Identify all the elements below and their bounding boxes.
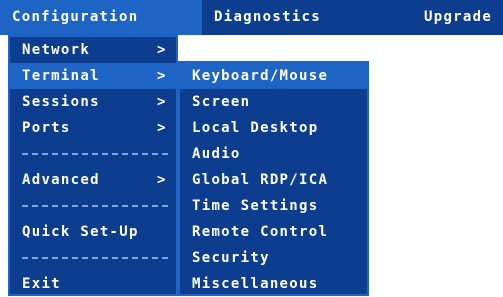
separator-line: [22, 153, 168, 155]
menu-item-label: Exit: [22, 276, 61, 292]
separator-line: [22, 205, 168, 207]
submenu-item-label: Keyboard/Mouse: [192, 68, 329, 84]
submenu-item-keyboard-mouse[interactable]: Keyboard/Mouse: [180, 63, 367, 89]
top-menu-bar: Configuration Diagnostics Upgrade: [0, 0, 503, 35]
menu-item-label: Terminal: [22, 68, 100, 84]
configuration-menu: Network > Terminal > Sessions > Ports > …: [8, 35, 178, 296]
menu-item-label: Sessions: [22, 94, 100, 110]
menu-item-label: Network: [22, 42, 91, 58]
menu-item-label: Quick Set-Up: [22, 224, 139, 240]
submenu-item-remote-control[interactable]: Remote Control: [180, 219, 367, 245]
menu-item-network[interactable]: Network >: [10, 37, 176, 63]
menu-item-terminal[interactable]: Terminal >: [10, 63, 176, 89]
submenu-arrow-icon: >: [157, 68, 167, 84]
submenu-item-audio[interactable]: Audio: [180, 141, 367, 167]
submenu-item-label: Screen: [192, 94, 251, 110]
separator-line: [22, 257, 168, 259]
submenu-item-time-settings[interactable]: Time Settings: [180, 193, 367, 219]
menu-item-sessions[interactable]: Sessions >: [10, 89, 176, 115]
menu-separator: [10, 245, 176, 271]
terminal-submenu: Keyboard/Mouse Screen Local Desktop Audi…: [178, 61, 369, 296]
submenu-arrow-icon: >: [157, 120, 167, 136]
menu-item-label: Advanced: [22, 172, 100, 188]
menu-item-advanced[interactable]: Advanced >: [10, 167, 176, 193]
submenu-item-global-rdp-ica[interactable]: Global RDP/ICA: [180, 167, 367, 193]
menu-item-exit[interactable]: Exit: [10, 271, 176, 297]
submenu-item-label: Global RDP/ICA: [192, 172, 329, 188]
menu-item-ports[interactable]: Ports >: [10, 115, 176, 141]
submenu-item-miscellaneous[interactable]: Miscellaneous: [180, 271, 367, 297]
menu-item-label: Ports: [22, 120, 71, 136]
submenu-item-label: Miscellaneous: [192, 276, 319, 292]
menu-configuration[interactable]: Configuration: [0, 0, 202, 35]
submenu-item-label: Local Desktop: [192, 120, 319, 136]
menu-diagnostics[interactable]: Diagnostics: [202, 0, 321, 35]
menu-separator: [10, 193, 176, 219]
submenu-item-label: Security: [192, 250, 270, 266]
submenu-item-label: Remote Control: [192, 224, 329, 240]
submenu-item-label: Audio: [192, 146, 241, 162]
submenu-item-screen[interactable]: Screen: [180, 89, 367, 115]
submenu-arrow-icon: >: [157, 94, 167, 110]
submenu-item-security[interactable]: Security: [180, 245, 367, 271]
submenu-item-label: Time Settings: [192, 198, 319, 214]
submenu-arrow-icon: >: [157, 42, 167, 58]
submenu-arrow-icon: >: [157, 172, 167, 188]
menu-upgrade[interactable]: Upgrade: [412, 0, 492, 35]
submenu-item-local-desktop[interactable]: Local Desktop: [180, 115, 367, 141]
menu-item-quick-setup[interactable]: Quick Set-Up: [10, 219, 176, 245]
menu-separator: [10, 141, 176, 167]
